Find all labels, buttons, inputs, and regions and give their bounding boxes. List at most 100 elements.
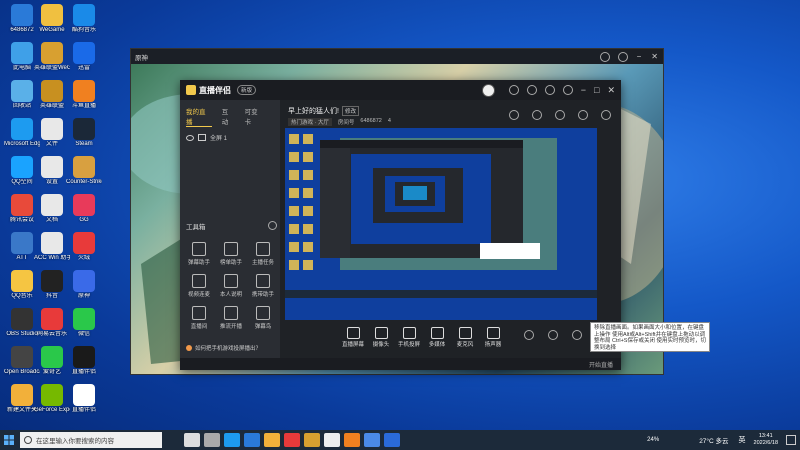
desktop-icon[interactable]: Counter-Strike <box>66 156 102 186</box>
desktop-icon[interactable]: GG <box>66 194 102 224</box>
control-button[interactable]: 扬声器 <box>480 327 506 348</box>
desktop-icon[interactable]: 斗鱼直播 <box>66 80 102 110</box>
minimize-icon[interactable]: − <box>581 85 586 95</box>
headset-icon[interactable] <box>508 85 519 95</box>
desktop-icon[interactable]: 设置 <box>34 156 70 186</box>
stream-preview[interactable] <box>285 128 597 320</box>
more-icon[interactable] <box>268 221 277 230</box>
category-badge[interactable]: 热门游戏 · 大厅 <box>288 118 332 126</box>
desktop-icon[interactable]: 抖音 <box>34 270 70 300</box>
tool-item[interactable]: 直播间 <box>184 306 214 330</box>
desktop-icon[interactable]: 直播伴侣 <box>66 346 102 376</box>
cart-icon[interactable] <box>532 110 542 120</box>
tool-item[interactable]: 榜单助手 <box>216 242 246 266</box>
search-box[interactable]: 在这里输入你要搜索的内容 <box>20 432 162 448</box>
desktop-icon[interactable]: ACC Win 助手 <box>34 232 70 262</box>
desktop-icon[interactable]: 爱奇艺 <box>34 346 70 376</box>
version-badge[interactable]: 新版 <box>237 85 257 95</box>
app-icon <box>11 42 33 64</box>
app-icon <box>73 156 95 178</box>
start-button[interactable] <box>0 430 18 450</box>
taskbar-app-icon[interactable] <box>344 433 360 447</box>
settings-icon[interactable] <box>562 85 573 95</box>
taskbar-app-icon[interactable] <box>264 433 280 447</box>
eye-icon[interactable] <box>186 134 194 141</box>
app-icon <box>11 308 33 330</box>
gift-icon[interactable] <box>509 110 519 120</box>
clock[interactable]: 13:41 2022/6/18 <box>754 433 778 447</box>
desktop-icon[interactable]: 文档 <box>34 194 70 224</box>
desktop-icon-label: 酷狗音乐 <box>71 27 96 33</box>
message-icon[interactable] <box>544 85 555 95</box>
tool-icon <box>224 306 238 320</box>
edit-title-button[interactable]: 修改 <box>342 106 360 116</box>
status-right[interactable]: 开始直播 <box>589 360 613 369</box>
maximize-icon[interactable]: □ <box>594 85 599 95</box>
bell-icon[interactable] <box>578 110 588 120</box>
desktop-icon[interactable]: Steam <box>66 118 102 148</box>
scene-item[interactable]: 全屏 1 <box>180 127 280 148</box>
control-button[interactable]: 直播屏幕 <box>340 327 366 348</box>
tool-item[interactable]: 本人说明 <box>216 274 246 298</box>
desktop-icon[interactable]: GeForce Experience <box>34 384 70 414</box>
app-icon <box>11 270 33 292</box>
taskbar-app-icon[interactable] <box>244 433 260 447</box>
battery-status[interactable]: 24% <box>647 437 659 443</box>
desktop-icon[interactable]: WeGame <box>34 4 70 34</box>
tab-my-live[interactable]: 我的直播 <box>186 106 212 127</box>
tool-item[interactable]: 弹幕鸟 <box>248 306 278 330</box>
tool-item[interactable]: 弹幕助手 <box>184 242 214 266</box>
app-icon <box>73 80 95 102</box>
desktop-icon[interactable]: 火绒 <box>66 232 102 262</box>
control-button[interactable]: 摄像头 <box>368 327 394 348</box>
tool-icon <box>256 274 270 288</box>
control-button[interactable]: 多媒体 <box>424 327 450 348</box>
desktop-icon[interactable]: 迅雷 <box>66 42 102 72</box>
tool-item[interactable]: 主播任务 <box>248 242 278 266</box>
record-icon[interactable] <box>524 330 534 340</box>
streamer-titlebar[interactable]: 直播伴侣 新版 − □ ✕ <box>180 80 621 100</box>
weather-widget[interactable]: 27°C 多云 <box>699 435 728 445</box>
screenshot-icon[interactable] <box>548 330 558 340</box>
desktop-icon[interactable]: 直播伴侣 <box>66 384 102 414</box>
tool-item[interactable]: 推流开播 <box>216 306 246 330</box>
help-icon[interactable] <box>617 51 628 62</box>
desktop-icon[interactable]: 微信 <box>66 308 102 338</box>
settings-icon[interactable] <box>599 51 610 62</box>
taskbar-app-icon[interactable] <box>384 433 400 447</box>
tab-interaction[interactable]: 互动 <box>222 106 235 127</box>
tool-item[interactable]: 视频连麦 <box>184 274 214 298</box>
desktop-icon[interactable]: 英雄联盟WeGame版 <box>34 42 70 72</box>
control-button[interactable]: 麦克风 <box>452 327 478 348</box>
settings-icon[interactable] <box>572 330 582 340</box>
desktop-icon[interactable]: 网易云音乐 <box>34 308 70 338</box>
control-button[interactable]: 手机投屏 <box>396 327 422 348</box>
notification-icon[interactable] <box>786 435 796 445</box>
taskbar-app-icon[interactable] <box>184 433 200 447</box>
taskbar-app-icon[interactable] <box>304 433 320 447</box>
desktop-icon[interactable]: 文件 <box>34 118 70 148</box>
minimize-icon[interactable]: − <box>637 52 642 61</box>
taskbar-app-icon[interactable] <box>284 433 300 447</box>
desktop-icon[interactable]: 英雄联盟 <box>34 80 70 110</box>
streamer-app-window[interactable]: 直播伴侣 新版 − □ ✕ 我的直播 互动 可变卡 全屏 1 工具箱 弹幕助手 榜… <box>180 80 621 370</box>
taskbar-app-icon[interactable] <box>364 433 380 447</box>
taskbar-app-icon[interactable] <box>224 433 240 447</box>
tool-icon <box>224 274 238 288</box>
tool-item[interactable]: 携带助手 <box>248 274 278 298</box>
game-window-titlebar[interactable]: 原神 − ✕ <box>131 49 663 64</box>
avatar[interactable] <box>481 83 495 97</box>
tab-cards[interactable]: 可变卡 <box>245 106 264 127</box>
more-icon[interactable] <box>601 110 611 120</box>
taskbar-app-icon[interactable] <box>204 433 220 447</box>
desktop-icon[interactable]: 酷狗音乐 <box>66 4 102 34</box>
refresh-icon[interactable] <box>526 85 537 95</box>
hint-link[interactable]: 如何把手机游戏投屏播出？ <box>186 344 274 352</box>
desktop-icon[interactable]: 原神 <box>66 270 102 300</box>
ime-indicator[interactable]: 英 <box>739 435 746 445</box>
close-icon[interactable]: ✕ <box>651 52 658 61</box>
close-icon[interactable]: ✕ <box>607 85 615 96</box>
monitor-icon <box>198 134 206 141</box>
taskbar-app-icon[interactable] <box>324 433 340 447</box>
shop-icon[interactable] <box>555 110 565 120</box>
